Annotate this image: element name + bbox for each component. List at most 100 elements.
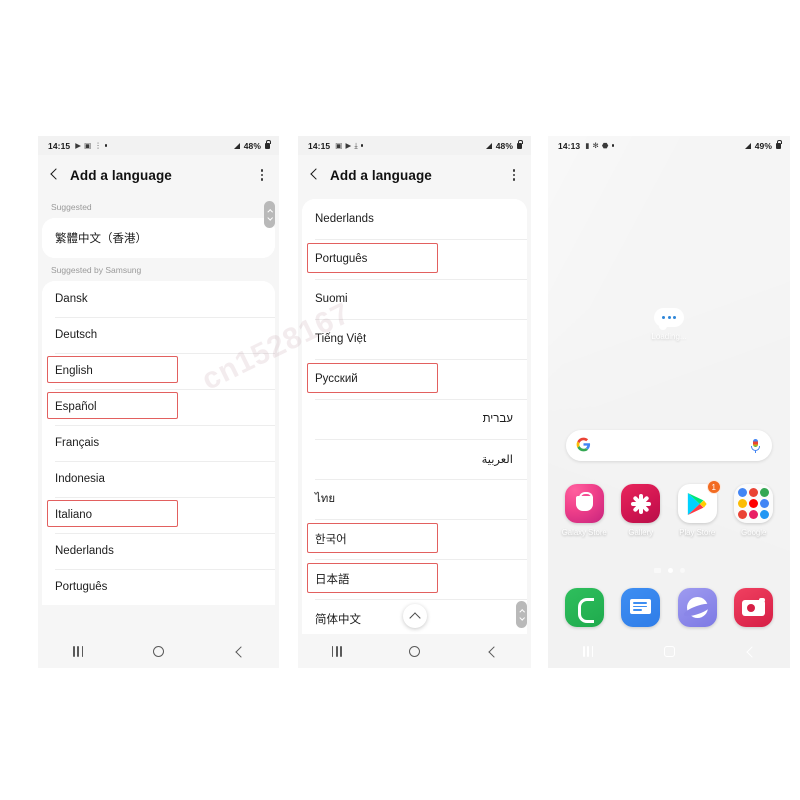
list-item[interactable]: Nederlands [42,533,275,569]
more-icon: ⋮ [94,140,102,150]
dock-internet[interactable] [673,588,721,627]
list-item[interactable]: 繁體中文（香港） [42,218,275,258]
page-dot [653,568,661,573]
status-bar: 14:13 ▮ ✻ ⬣ 49% [548,136,790,155]
scrollbar-thumb[interactable] [264,201,275,228]
list-item[interactable]: Русский [302,359,527,399]
chevron-up-icon [520,609,524,613]
more-options-icon[interactable] [507,169,521,181]
home-icon[interactable] [153,645,165,657]
app-play-store[interactable]: 1 Play Store [673,480,721,537]
list-item[interactable]: English [42,353,275,389]
scrollbar-thumb[interactable] [516,601,527,628]
home-screen: 14:13 ▮ ✻ ⬣ 49% Loading... Galaxy Store … [548,136,790,668]
back-icon[interactable] [307,167,323,183]
list-item[interactable]: Português [42,569,275,605]
chevron-up-icon [268,209,272,213]
phone-screenshot-2: 14:15 ▣ ▶ ⤓ 48% Add a language Nederland… [298,136,531,668]
loading-label: Loading... [651,332,687,341]
camera-icon [734,588,774,627]
loading-widget[interactable]: Loading... [548,308,790,341]
page-indicator[interactable] [548,568,790,573]
list-item[interactable]: Indonesia [42,461,275,497]
list-item[interactable]: Tiếng Việt [302,319,527,359]
google-search-bar[interactable] [566,430,772,461]
sim-icon: ▮ [585,140,590,150]
shield-icon: ⬣ [601,140,609,150]
page-title: Add a language [330,167,432,183]
suggested-card: 繁體中文（香港） [42,218,275,258]
list-item[interactable]: Nederlands [302,199,527,239]
home-icon[interactable] [663,645,675,657]
home-icon[interactable] [409,645,421,657]
status-clock: 14:13 [558,140,581,151]
recents-icon[interactable] [331,645,342,657]
language-label: Español [55,401,97,413]
status-bar-right: 48% [485,140,523,151]
list-item[interactable]: עברית [302,399,527,439]
app-gallery[interactable]: Gallery [617,484,665,537]
app-label: Galaxy Store [561,528,607,537]
back-icon[interactable] [47,167,63,183]
app-folder-google[interactable]: Google [730,484,778,537]
chat-bubble-icon [654,308,684,330]
language-label: Italiano [55,509,93,521]
language-list[interactable]: Suggested 繁體中文（香港） Suggested by Samsung … [38,195,279,634]
status-bar-right: 48% [233,140,271,151]
dock-messages[interactable] [617,588,665,627]
app-bar: Add a language [298,155,531,195]
lock-icon [776,140,782,149]
more-options-icon[interactable] [255,169,269,181]
list-item[interactable]: 日本語 [302,559,527,599]
settings-screen: Add a language Nederlands Português Suom… [298,155,531,668]
dock-phone[interactable] [560,588,608,627]
signal-icon [485,142,492,149]
list-item[interactable]: Français [42,425,275,461]
microphone-icon[interactable] [750,438,761,454]
language-label: Português [315,253,368,265]
scroll-to-top-icon[interactable] [402,604,427,628]
language-label: ไทย [315,493,336,505]
messages-icon [621,588,661,627]
phone-icon [564,588,604,627]
dock [548,588,790,627]
list-item[interactable]: Español [42,389,275,425]
recents-icon[interactable] [72,645,84,657]
status-bar: 14:15 ▶ ▣ ⋮ 48% [38,136,279,155]
language-label: Nederlands [55,545,114,557]
status-bar-left: 14:15 ▶ ▣ ⋮ [48,140,108,151]
list-item[interactable]: Português [302,239,527,279]
list-item[interactable]: Dansk [42,281,275,317]
dock-camera[interactable] [730,588,778,627]
screenshot-canvas: 14:15 ▶ ▣ ⋮ 48% Add a language Suggested [0,0,800,800]
language-label: Français [55,437,100,449]
language-label: 简体中文 [315,614,361,626]
page-dot [679,568,685,573]
list-item[interactable]: ไทย [302,479,527,519]
back-icon[interactable] [487,646,497,656]
recents-icon[interactable] [583,645,594,657]
galaxy-store-icon [564,484,604,523]
language-label: Русский [315,373,358,385]
app-galaxy-store[interactable]: Galaxy Store [560,484,608,537]
notification-badge: 1 [706,480,721,494]
language-list[interactable]: Nederlands Português Suomi Tiếng Việt Ру… [298,195,531,634]
app-label: Play Store [679,528,716,537]
back-icon[interactable] [745,646,755,656]
image-icon: ▣ [335,140,343,150]
status-bar: 14:15 ▣ ▶ ⤓ 48% [298,136,531,155]
play-store-icon: 1 [677,480,721,523]
status-bar-left: 14:13 ▮ ✻ ⬣ [558,140,615,151]
list-item[interactable]: Deutsch [42,317,275,353]
app-label: Gallery [628,528,654,537]
list-item[interactable]: Suomi [302,279,527,319]
back-icon[interactable] [234,646,244,656]
settings-screen: Add a language Suggested 繁體中文（香港） Sugges… [38,155,279,668]
status-clock: 14:15 [308,140,331,151]
status-clock: 14:15 [48,140,71,151]
language-label: Dansk [55,293,88,305]
list-item[interactable]: العربية [302,439,527,479]
list-item[interactable]: Italiano [42,497,275,533]
list-item[interactable]: 한국어 [302,519,527,559]
home-content: 14:13 ▮ ✻ ⬣ 49% Loading... Galaxy Store … [548,136,790,668]
